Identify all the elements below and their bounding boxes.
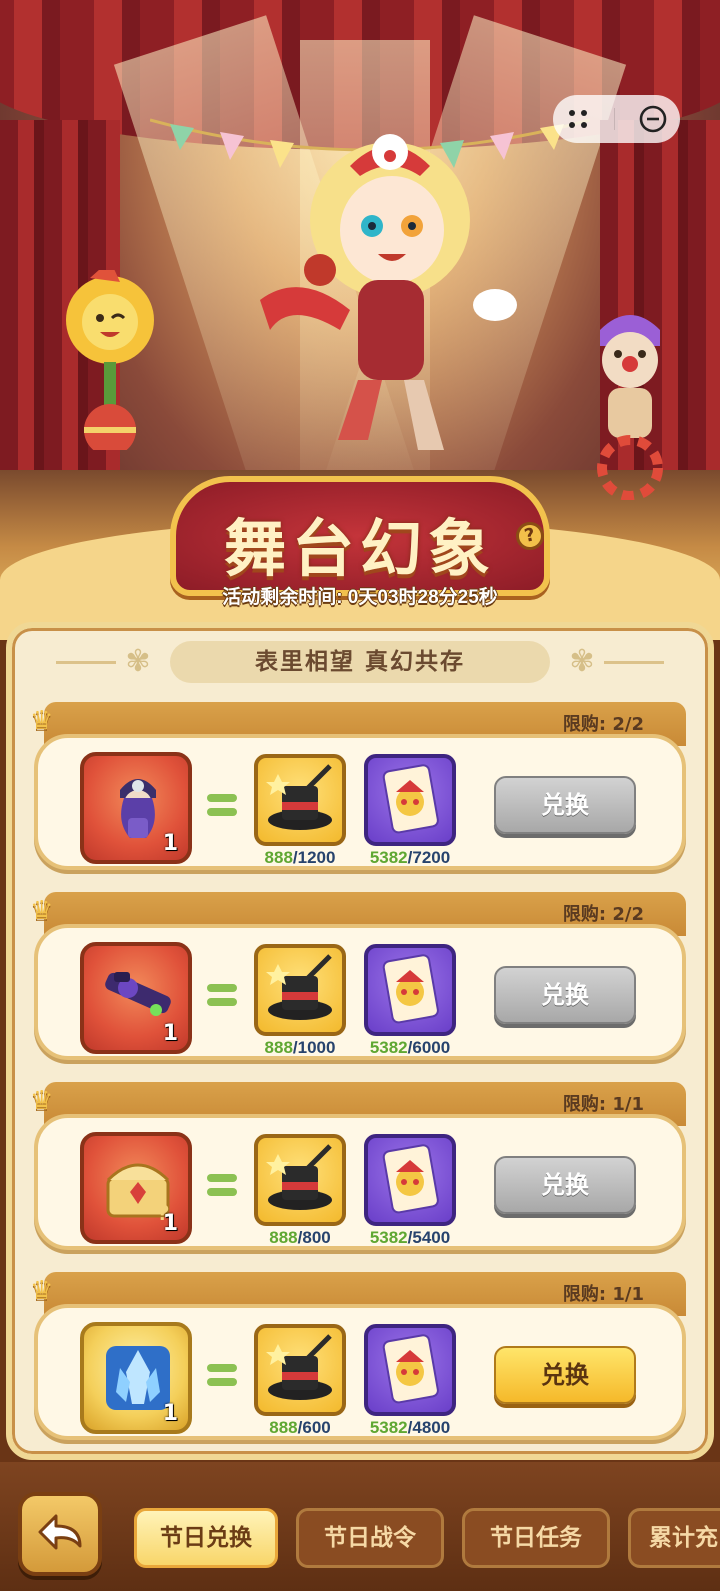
cost-need: /600: [297, 1418, 331, 1437]
equals-icon: [207, 1174, 237, 1198]
reward-count: 1: [162, 831, 178, 856]
jester-card-icon[interactable]: [364, 754, 456, 846]
cost-need: /7200: [407, 848, 451, 867]
panel-slogan: 表里相望 真幻共存: [170, 641, 550, 683]
jester-crown-icon: ♛: [30, 896, 54, 926]
exchange-card: ♛ 限购: 2/2 1 888/1000 5382/6000 兑换: [30, 892, 686, 1060]
reward-count: 1: [162, 1021, 178, 1046]
cost-card-amount: 5382/4800: [350, 1418, 470, 1438]
cost-hat-amount: 888/600: [240, 1418, 360, 1438]
cost-have: 888: [269, 1418, 298, 1437]
magic-hat-icon[interactable]: [254, 1134, 346, 1226]
clown-girl-mascot-icon: [260, 134, 517, 450]
reward-item[interactable]: 1: [80, 1322, 192, 1434]
jester-card-icon[interactable]: [364, 1134, 456, 1226]
capsule-divider: [613, 108, 615, 130]
reward-count: 1: [162, 1211, 178, 1236]
jester-card-icon[interactable]: [364, 1324, 456, 1416]
cost-have: 5382: [369, 1228, 408, 1247]
event-countdown: 活动剩余时间: 0天03时28分25秒: [222, 587, 498, 608]
purchase-limit: 限购: 1/1: [562, 1094, 644, 1115]
jester-card-icon[interactable]: [364, 944, 456, 1036]
cost-need: /800: [297, 1228, 331, 1247]
ornament-icon: ✾: [569, 644, 595, 679]
reward-item[interactable]: ? 1: [80, 1132, 192, 1244]
back-button[interactable]: [18, 1492, 102, 1576]
slogan-divider-left: [56, 661, 116, 664]
purchase-limit: 限购: 2/2: [562, 714, 644, 735]
cost-card-amount: 5382/6000: [350, 1038, 470, 1058]
cost-need: /6000: [407, 1038, 451, 1057]
tab-festival-exchange[interactable]: 节日兑换: [134, 1508, 278, 1568]
magic-hat-icon[interactable]: [254, 944, 346, 1036]
cost-have: 5382: [369, 1418, 408, 1437]
tab-cumulative-recharge[interactable]: 累计充: [628, 1508, 720, 1568]
reward-item[interactable]: 1: [80, 942, 192, 1054]
purchase-limit: 限购: 1/1: [562, 1284, 644, 1305]
exchange-button[interactable]: 兑换: [494, 966, 636, 1024]
clown-puppet-icon: [597, 315, 663, 500]
cost-have: 888: [269, 1228, 298, 1247]
exchange-button[interactable]: 兑换: [494, 776, 636, 834]
reward-item[interactable]: 1: [80, 752, 192, 864]
exchange-card: ♛ 限购: 1/1 ? 1 888/800 5382/5400 兑换: [30, 1082, 686, 1250]
slogan-divider-right: [604, 661, 664, 664]
cost-have: 5382: [369, 1038, 408, 1057]
cost-card-amount: 5382/5400: [350, 1228, 470, 1248]
reward-count: 1: [162, 1401, 178, 1426]
cost-card-amount: 5382/7200: [350, 848, 470, 868]
sunflower-jester-icon: [66, 270, 154, 450]
exchange-card: ♛ 限购: 1/1 1 888/600 5382/4800 兑换: [30, 1272, 686, 1440]
minimize-circle-icon[interactable]: [638, 104, 668, 134]
cost-need: /5400: [407, 1228, 451, 1247]
magic-hat-icon[interactable]: [254, 754, 346, 846]
jester-crown-icon: ♛: [30, 706, 54, 736]
cost-hat-amount: 888/1200: [240, 848, 360, 868]
cost-have: 888: [264, 848, 293, 867]
cost-have: 888: [264, 1038, 293, 1057]
cost-need: /1000: [292, 1038, 336, 1057]
equals-icon: [207, 794, 237, 818]
exchange-button[interactable]: 兑换: [494, 1156, 636, 1214]
equals-icon: [207, 1364, 237, 1388]
mini-program-capsule: [553, 95, 680, 143]
cost-have: 5382: [369, 848, 408, 867]
tab-festival-tasks[interactable]: 节日任务: [462, 1508, 610, 1568]
back-arrow-icon: [38, 1514, 82, 1550]
purchase-limit: 限购: 2/2: [562, 904, 644, 925]
tab-festival-pass[interactable]: 节日战令: [296, 1508, 444, 1568]
cost-hat-amount: 888/800: [240, 1228, 360, 1248]
exchange-button[interactable]: 兑换: [494, 1346, 636, 1404]
jester-crown-icon: ♛: [30, 1276, 54, 1306]
jester-crown-icon: ♛: [30, 1086, 54, 1116]
cost-hat-amount: 888/1000: [240, 1038, 360, 1058]
ornament-icon: ✾: [125, 644, 151, 679]
equals-icon: [207, 984, 237, 1008]
cost-need: /4800: [407, 1418, 451, 1437]
exchange-card: ♛ 限购: 2/2 1 888/1200 5382/7200 兑换: [30, 702, 686, 870]
cost-need: /1200: [292, 848, 336, 867]
magic-hat-icon[interactable]: [254, 1324, 346, 1416]
more-dots-icon[interactable]: [565, 106, 591, 132]
event-title: 舞台幻象: [223, 512, 496, 585]
